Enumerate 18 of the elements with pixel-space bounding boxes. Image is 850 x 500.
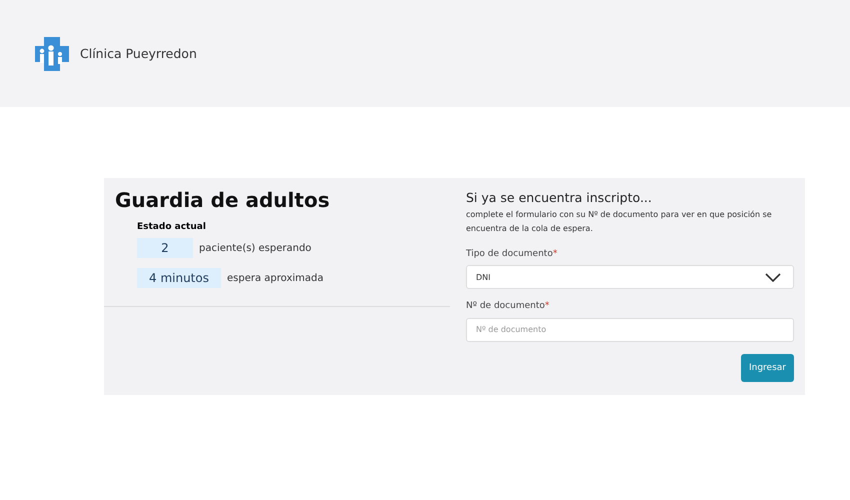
required-mark: * (544, 301, 550, 312)
stat-label: paciente(s) esperando (199, 242, 312, 254)
required-mark: * (552, 249, 558, 260)
section-title: Guardia de adultos (115, 188, 331, 212)
submit-button[interactable]: Ingresar (740, 354, 794, 382)
field-label: Tipo de documento (466, 249, 553, 260)
document-number-field[interactable]: Nº de documento (466, 318, 794, 342)
status-label: Estado actual (137, 222, 207, 232)
clinic-name: Clínica Pueyrredon (80, 46, 197, 61)
chevron-down-icon (765, 272, 781, 282)
stat-label: espera aproximada (226, 272, 324, 284)
stat-value: 4 minutos (137, 268, 221, 288)
clinic-logo-icon (35, 36, 69, 70)
field-label: Nº de documento (466, 301, 545, 312)
stat-value: 2 (137, 238, 193, 258)
document-type-select[interactable]: DNI (466, 265, 794, 290)
form-heading: Si ya se encuentra inscripto... (466, 190, 653, 205)
form-description: complete el formulario con su Nº de documento para ver en que posición se encuentra de la cola de espera. (466, 209, 773, 235)
